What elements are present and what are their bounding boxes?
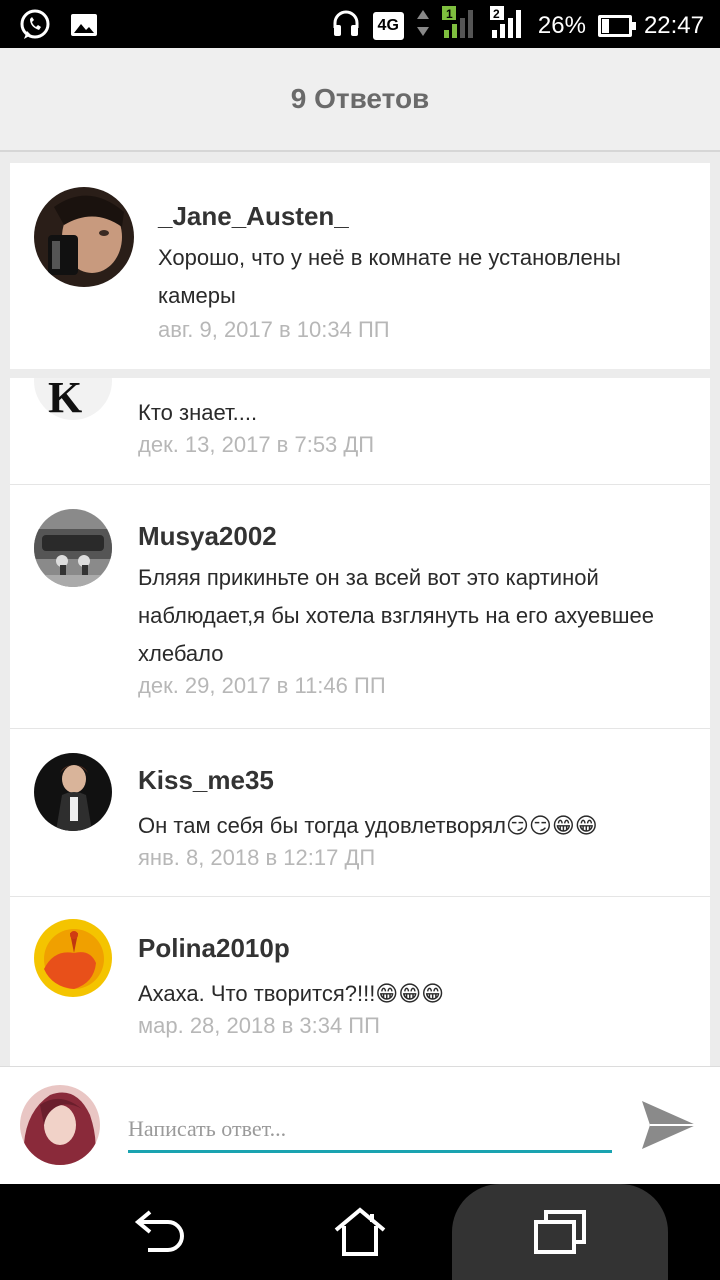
avatar[interactable]: [34, 509, 112, 587]
gallery-icon: [70, 11, 98, 44]
comment-list[interactable]: K Кто знает.... дек. 13, 2017 в 7:53 ДП: [10, 378, 710, 1066]
signal-icon: 1: [441, 6, 478, 46]
avatar: [20, 1085, 100, 1165]
comment-item[interactable]: _Jane_Austen_ Хорошо, что у неё в комнат…: [10, 163, 710, 369]
recents-button[interactable]: [520, 1184, 600, 1280]
avatar[interactable]: [34, 919, 112, 997]
network-type-badge: 4G: [372, 12, 404, 40]
comment-date: янв. 8, 2018 в 12:17 ДП: [138, 845, 376, 870]
whatsapp-icon: [18, 8, 52, 47]
comment-card: _Jane_Austen_ Хорошо, что у неё в комнат…: [10, 163, 710, 369]
home-icon: [334, 1207, 386, 1256]
comment-text: Он там себя бы тогда удовлетворял😏😏😁😁: [138, 813, 598, 838]
screen: 4G 1 2 26% 22:47 9 Ответов _Jane_Austen_…: [0, 0, 720, 1280]
comment-item[interactable]: Polina2010p Ахаха. Что творится?!!!😁😁😁 м…: [10, 897, 710, 1066]
comment-date: дек. 13, 2017 в 7:53 ДП: [138, 432, 375, 457]
status-bar: 4G 1 2 26% 22:47: [0, 0, 720, 48]
clock: 22:47: [643, 12, 704, 39]
comment-author[interactable]: Kiss_me35: [138, 765, 274, 796]
comment-date: авг. 9, 2017 в 10:34 ПП: [158, 317, 390, 342]
home-button[interactable]: [320, 1184, 400, 1280]
comment-author[interactable]: Polina2010p: [138, 933, 290, 964]
avatar[interactable]: [34, 187, 134, 287]
reply-input[interactable]: [128, 1107, 612, 1153]
recents-icon: [534, 1210, 586, 1254]
comment-author[interactable]: _Jane_Austen_: [158, 201, 349, 232]
signal-icon: 2: [489, 6, 526, 46]
comment-item[interactable]: K Кто знает.... дек. 13, 2017 в 7:53 ДП: [10, 378, 710, 484]
avatar[interactable]: [34, 753, 112, 831]
comment-text: Кто знает....: [138, 400, 258, 425]
comment-text: Бляяя прикиньте он за всей вот это карти…: [138, 565, 655, 666]
comment-text: Хорошо, что у неё в комнате не установле…: [158, 245, 621, 308]
comment-text: Ахаха. Что творится?!!!😁😁😁: [138, 981, 445, 1006]
battery-icon: [597, 15, 636, 37]
send-button[interactable]: [640, 1097, 698, 1153]
svg-text:1: 1: [446, 7, 453, 21]
back-button[interactable]: [120, 1184, 200, 1280]
reply-bar: [0, 1066, 720, 1184]
page-title: 9 Ответов: [290, 83, 430, 114]
svg-text:K: K: [48, 378, 82, 420]
data-arrows-icon: [416, 8, 430, 44]
comment-author[interactable]: Musya2002: [138, 521, 277, 552]
comment-item[interactable]: Musya2002 Бляяя прикиньте он за всей вот…: [10, 485, 710, 728]
app-header: 9 Ответов: [0, 48, 720, 152]
comment-item[interactable]: Kiss_me35 Он там себя бы тогда удовлетво…: [10, 729, 710, 896]
comment-date: дек. 29, 2017 в 11:46 ПП: [138, 673, 386, 698]
headphones-icon: [331, 8, 361, 44]
avatar[interactable]: K: [34, 378, 112, 420]
comment-date: мар. 28, 2018 в 3:34 ПП: [138, 1013, 380, 1038]
nav-bar: [0, 1184, 720, 1280]
battery-percent: 26%: [537, 12, 586, 39]
send-icon: [642, 1101, 696, 1149]
back-icon: [134, 1210, 184, 1252]
svg-text:2: 2: [493, 7, 500, 21]
